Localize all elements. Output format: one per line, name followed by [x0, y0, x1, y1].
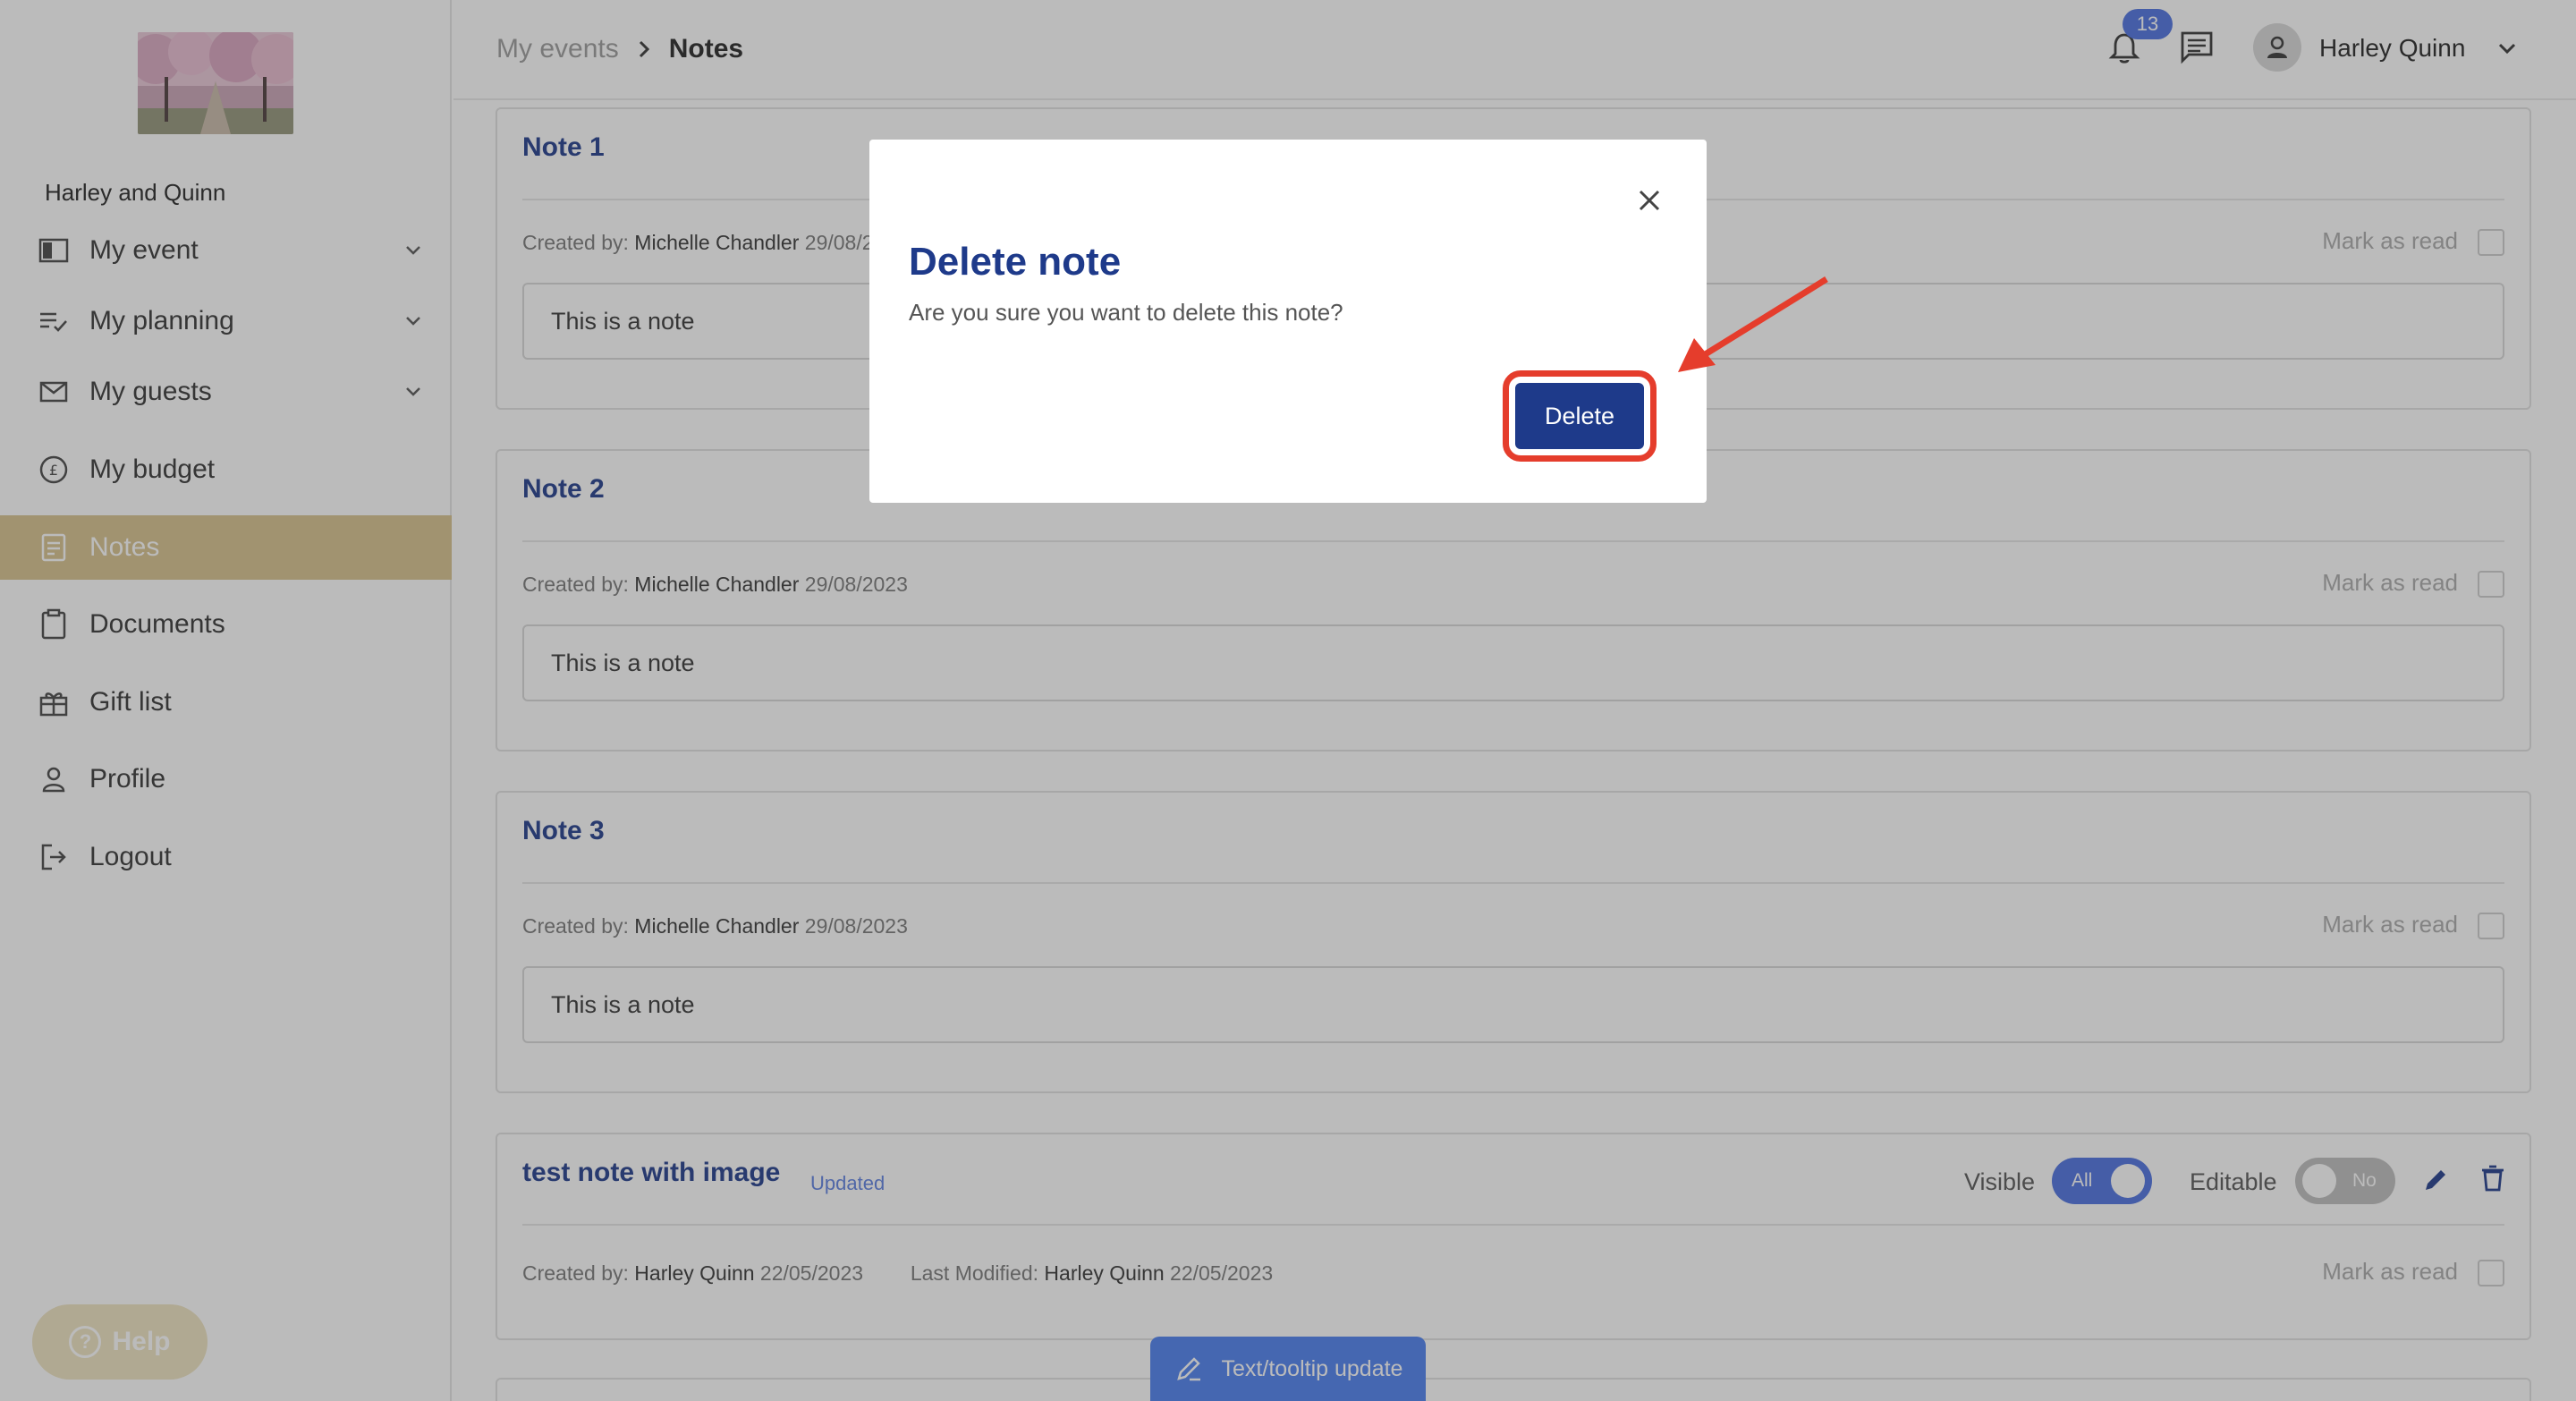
- dialog-title: Delete note: [909, 240, 1122, 284]
- dialog-message: Are you sure you want to delete this not…: [909, 299, 1343, 326]
- annotation-arrow-icon: [1678, 276, 1828, 372]
- delete-button[interactable]: Delete: [1515, 383, 1644, 449]
- delete-note-dialog: Delete note Are you sure you want to del…: [869, 140, 1707, 503]
- close-icon[interactable]: [1631, 183, 1667, 218]
